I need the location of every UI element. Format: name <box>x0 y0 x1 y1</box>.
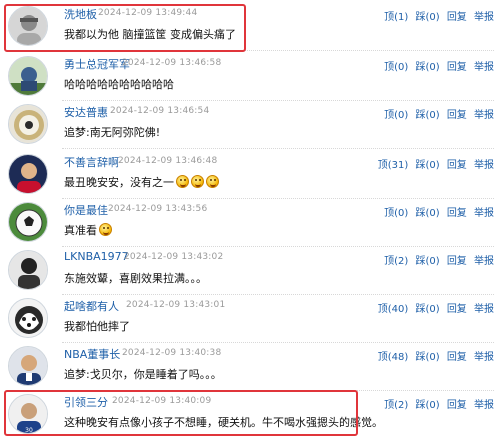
comment-timestamp: 2024-12-09 13:40:09 <box>112 396 212 406</box>
comment-actions: 顶(0) 踩(0) 回复 举报 <box>380 58 494 73</box>
comment-item: 30 引领三分 2024-12-09 13:40:09 这种晚安有点像小孩子不想… <box>0 390 500 438</box>
comment-author[interactable]: 引领三分 <box>64 394 108 410</box>
smile-emoji-icon <box>191 175 204 188</box>
user-avatar-icon[interactable] <box>8 104 48 144</box>
comment-text: 我都怕他摔了 <box>64 320 130 333</box>
comment-author[interactable]: 你是最佳 <box>64 202 108 218</box>
user-avatar-icon[interactable]: 30 <box>8 394 48 434</box>
comment-item: LKNBA1977 2024-12-09 13:43:02 东施效颦，喜剧效果拉… <box>0 246 500 295</box>
comment-item: 不善言辞啊 2024-12-09 13:46:48 最丑晚安安，没有之一 顶(3… <box>0 150 500 199</box>
downvote-button[interactable]: 踩(0) <box>415 256 439 267</box>
reply-button[interactable]: 回复 <box>447 160 467 171</box>
report-button[interactable]: 举报 <box>474 12 494 23</box>
user-avatar-icon[interactable] <box>8 56 48 96</box>
comment-text: 我都以为他 脑撞篮筐 变成偏头痛了 <box>64 28 236 41</box>
reply-button[interactable]: 回复 <box>447 110 467 121</box>
comment-item: 起啥都有人 2024-12-09 13:43:01 我都怕他摔了 顶(40) 踩… <box>0 294 500 343</box>
upvote-button[interactable]: 顶(1) <box>384 12 408 23</box>
comment-timestamp: 2024-12-09 13:46:58 <box>122 58 222 68</box>
reply-button[interactable]: 回复 <box>447 304 467 315</box>
husky-dog-icon[interactable] <box>8 298 48 338</box>
comment-item: 你是最佳 2024-12-09 13:43:56 真准看 顶(0) 踩(0) 回… <box>0 198 500 247</box>
comment-text-row: 真准看 <box>64 222 112 238</box>
comment-author[interactable]: 洗地板 <box>64 6 97 22</box>
reply-button[interactable]: 回复 <box>447 12 467 23</box>
comment-text: 东施效颦，喜剧效果拉满。。。 <box>64 272 207 285</box>
report-button[interactable]: 举报 <box>474 304 494 315</box>
downvote-button[interactable]: 踩(0) <box>415 352 439 363</box>
comment-actions: 顶(0) 踩(0) 回复 举报 <box>380 106 494 121</box>
comment-text: 哈哈哈哈哈哈哈哈哈哈 <box>64 78 174 91</box>
svg-text:30: 30 <box>25 427 33 434</box>
comment-actions: 顶(2) 踩(0) 回复 举报 <box>380 252 494 267</box>
user-avatar-icon[interactable] <box>8 6 48 46</box>
reply-button[interactable]: 回复 <box>447 352 467 363</box>
upvote-button[interactable]: 顶(48) <box>378 352 409 363</box>
smile-emoji-icon <box>176 175 189 188</box>
comment-item: 洗地板 2024-12-09 13:49:44 我都以为他 脑撞篮筐 变成偏头痛… <box>0 2 500 51</box>
report-button[interactable]: 举报 <box>474 352 494 363</box>
user-avatar-icon[interactable] <box>8 346 48 386</box>
upvote-button[interactable]: 顶(0) <box>384 110 408 121</box>
comment-author[interactable]: 安达普惠 <box>64 104 108 120</box>
reply-button[interactable]: 回复 <box>447 208 467 219</box>
report-button[interactable]: 举报 <box>474 110 494 121</box>
report-button[interactable]: 举报 <box>474 400 494 411</box>
reply-button[interactable]: 回复 <box>447 400 467 411</box>
upvote-button[interactable]: 顶(40) <box>378 304 409 315</box>
downvote-button[interactable]: 踩(0) <box>415 12 439 23</box>
smile-emoji-icon <box>99 223 112 236</box>
soccer-ball-icon[interactable] <box>8 202 48 242</box>
report-button[interactable]: 举报 <box>474 208 494 219</box>
upvote-button[interactable]: 顶(0) <box>384 208 408 219</box>
report-button[interactable]: 举报 <box>474 160 494 171</box>
downvote-button[interactable]: 踩(0) <box>415 110 439 121</box>
comment-text: 真准看 <box>64 224 97 237</box>
upvote-button[interactable]: 顶(2) <box>384 256 408 267</box>
comment-actions: 顶(48) 踩(0) 回复 举报 <box>374 348 494 363</box>
comment-actions: 顶(0) 踩(0) 回复 举报 <box>380 204 494 219</box>
comment-author[interactable]: 勇士总冠军军 <box>64 56 130 72</box>
comment-text: 这种晚安有点像小孩子不想睡，硬关机。牛不喝水强摁头的感觉。 <box>64 416 383 429</box>
comment-item: 安达普惠 2024-12-09 13:46:54 追梦:南无阿弥陀佛! 顶(0)… <box>0 100 500 149</box>
user-avatar-icon[interactable] <box>8 154 48 194</box>
comment-text: 追梦:南无阿弥陀佛! <box>64 126 161 139</box>
comment-text: 最丑晚安安，没有之一 <box>64 176 174 189</box>
comment-text-row: 最丑晚安安，没有之一 <box>64 174 219 190</box>
comment-timestamp: 2024-12-09 13:46:48 <box>118 156 218 166</box>
comment-actions: 顶(1) 踩(0) 回复 举报 <box>380 8 494 23</box>
comment-actions: 顶(31) 踩(0) 回复 举报 <box>374 156 494 171</box>
comment-author[interactable]: NBA董事长 <box>64 346 120 362</box>
reply-button[interactable]: 回复 <box>447 62 467 73</box>
comment-author[interactable]: 不善言辞啊 <box>64 154 119 170</box>
upvote-button[interactable]: 顶(2) <box>384 400 408 411</box>
downvote-button[interactable]: 踩(0) <box>415 160 439 171</box>
comment-timestamp: 2024-12-09 13:43:01 <box>126 300 226 310</box>
comment-item: NBA董事长 2024-12-09 13:40:38 追梦:戈贝尔，你是睡着了吗… <box>0 342 500 391</box>
comment-actions: 顶(40) 踩(0) 回复 举报 <box>374 300 494 315</box>
comment-actions: 顶(2) 踩(0) 回复 举报 <box>380 396 494 411</box>
comment-text: 追梦:戈贝尔，你是睡着了吗。。。 <box>64 368 222 381</box>
comment-timestamp: 2024-12-09 13:46:54 <box>110 106 210 116</box>
downvote-button[interactable]: 踩(0) <box>415 400 439 411</box>
comment-item: 勇士总冠军军 2024-12-09 13:46:58 哈哈哈哈哈哈哈哈哈哈 顶(… <box>0 52 500 101</box>
comment-timestamp: 2024-12-09 13:43:02 <box>124 252 224 262</box>
comment-author[interactable]: 起啥都有人 <box>64 298 119 314</box>
report-button[interactable]: 举报 <box>474 256 494 267</box>
upvote-button[interactable]: 顶(0) <box>384 62 408 73</box>
comment-author[interactable]: LKNBA1977 <box>64 250 129 263</box>
comment-timestamp: 2024-12-09 13:43:56 <box>108 204 208 214</box>
smile-emoji-icon <box>206 175 219 188</box>
comment-timestamp: 2024-12-09 13:40:38 <box>122 348 222 358</box>
report-button[interactable]: 举报 <box>474 62 494 73</box>
upvote-button[interactable]: 顶(31) <box>378 160 409 171</box>
comment-timestamp: 2024-12-09 13:49:44 <box>98 8 198 18</box>
downvote-button[interactable]: 踩(0) <box>415 304 439 315</box>
user-avatar-icon[interactable] <box>8 250 48 290</box>
reply-button[interactable]: 回复 <box>447 256 467 267</box>
downvote-button[interactable]: 踩(0) <box>415 208 439 219</box>
downvote-button[interactable]: 踩(0) <box>415 62 439 73</box>
comment-list: 洗地板 2024-12-09 13:49:44 我都以为他 脑撞篮筐 变成偏头痛… <box>0 0 500 440</box>
